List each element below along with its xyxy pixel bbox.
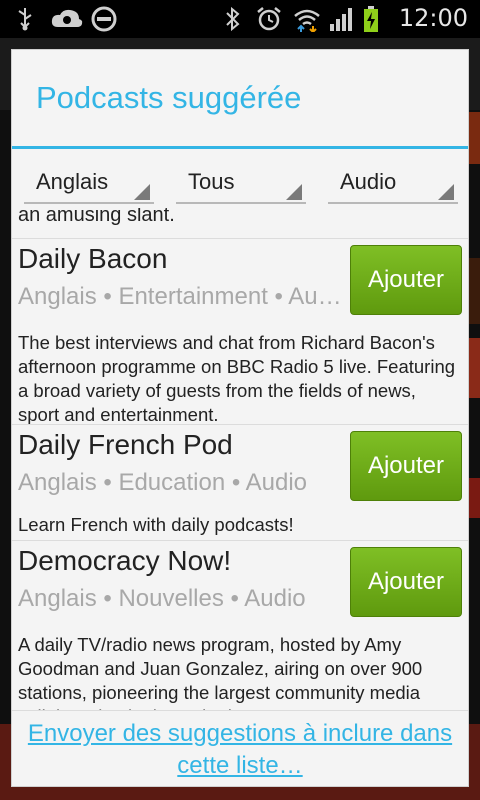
podcast-meta: Anglais • Education • Audio: [18, 469, 307, 496]
background-thumbnail: [466, 338, 480, 398]
list-item[interactable]: Daily French Pod Anglais • Education • A…: [12, 424, 468, 541]
dialog-title: Podcasts suggérée: [36, 80, 302, 115]
language-spinner[interactable]: Anglais: [24, 162, 154, 204]
add-button[interactable]: Ajouter: [350, 245, 462, 315]
podcast-meta: Anglais • Nouvelles • Audio: [18, 585, 306, 612]
background-thumbnail: [466, 478, 480, 518]
bluetooth-icon: [224, 6, 242, 32]
suggested-podcasts-dialog: Podcasts suggérée Anglais Tous Audio an …: [12, 50, 468, 786]
podcast-title: Daily Bacon: [18, 243, 168, 274]
language-spinner-value: Anglais: [36, 169, 109, 194]
background-thumbnail: [466, 258, 480, 324]
podcast-list[interactable]: an amusing slant. Daily Bacon Anglais • …: [12, 208, 468, 710]
category-spinner[interactable]: Tous: [176, 162, 306, 204]
usb-icon: [14, 6, 36, 32]
signal-icon: [328, 6, 356, 32]
cloud-sync-icon: [50, 6, 84, 32]
spinner-arrow-icon: [134, 184, 150, 200]
media-spinner[interactable]: Audio: [328, 162, 458, 204]
do-not-disturb-icon: [90, 6, 118, 32]
podcast-description: Learn French with daily podcasts!: [18, 514, 294, 535]
media-spinner-value: Audio: [340, 169, 397, 194]
footer-divider: [12, 710, 468, 711]
battery-charging-icon: [362, 6, 380, 32]
podcast-title: Daily French Pod: [18, 429, 233, 460]
podcast-meta: Anglais • Entertainment • Audio: [18, 283, 348, 310]
previous-item-description: an amusing slant.: [18, 208, 175, 226]
podcast-title: Democracy Now!: [18, 545, 232, 576]
alarm-icon: [256, 6, 282, 32]
wifi-icon: [292, 6, 322, 32]
list-item[interactable]: Daily Bacon Anglais • Entertainment • Au…: [12, 238, 468, 425]
add-button[interactable]: Ajouter: [350, 431, 462, 501]
add-button[interactable]: Ajouter: [350, 547, 462, 617]
title-divider: [12, 146, 468, 149]
category-spinner-value: Tous: [188, 169, 235, 194]
status-bar: 12:00: [0, 0, 480, 38]
podcast-description: A daily TV/radio news program, hosted by…: [18, 634, 423, 710]
status-time: 12:00: [398, 4, 468, 32]
podcast-description: The best interviews and chat from Richar…: [18, 332, 456, 425]
spinner-arrow-icon: [286, 184, 302, 200]
list-item[interactable]: Democracy Now! Anglais • Nouvelles • Aud…: [12, 540, 468, 710]
spinner-arrow-icon: [438, 184, 454, 200]
send-suggestions-link[interactable]: Envoyer des suggestions à inclure dans c…: [12, 718, 468, 782]
background-thumbnail: [466, 112, 480, 164]
